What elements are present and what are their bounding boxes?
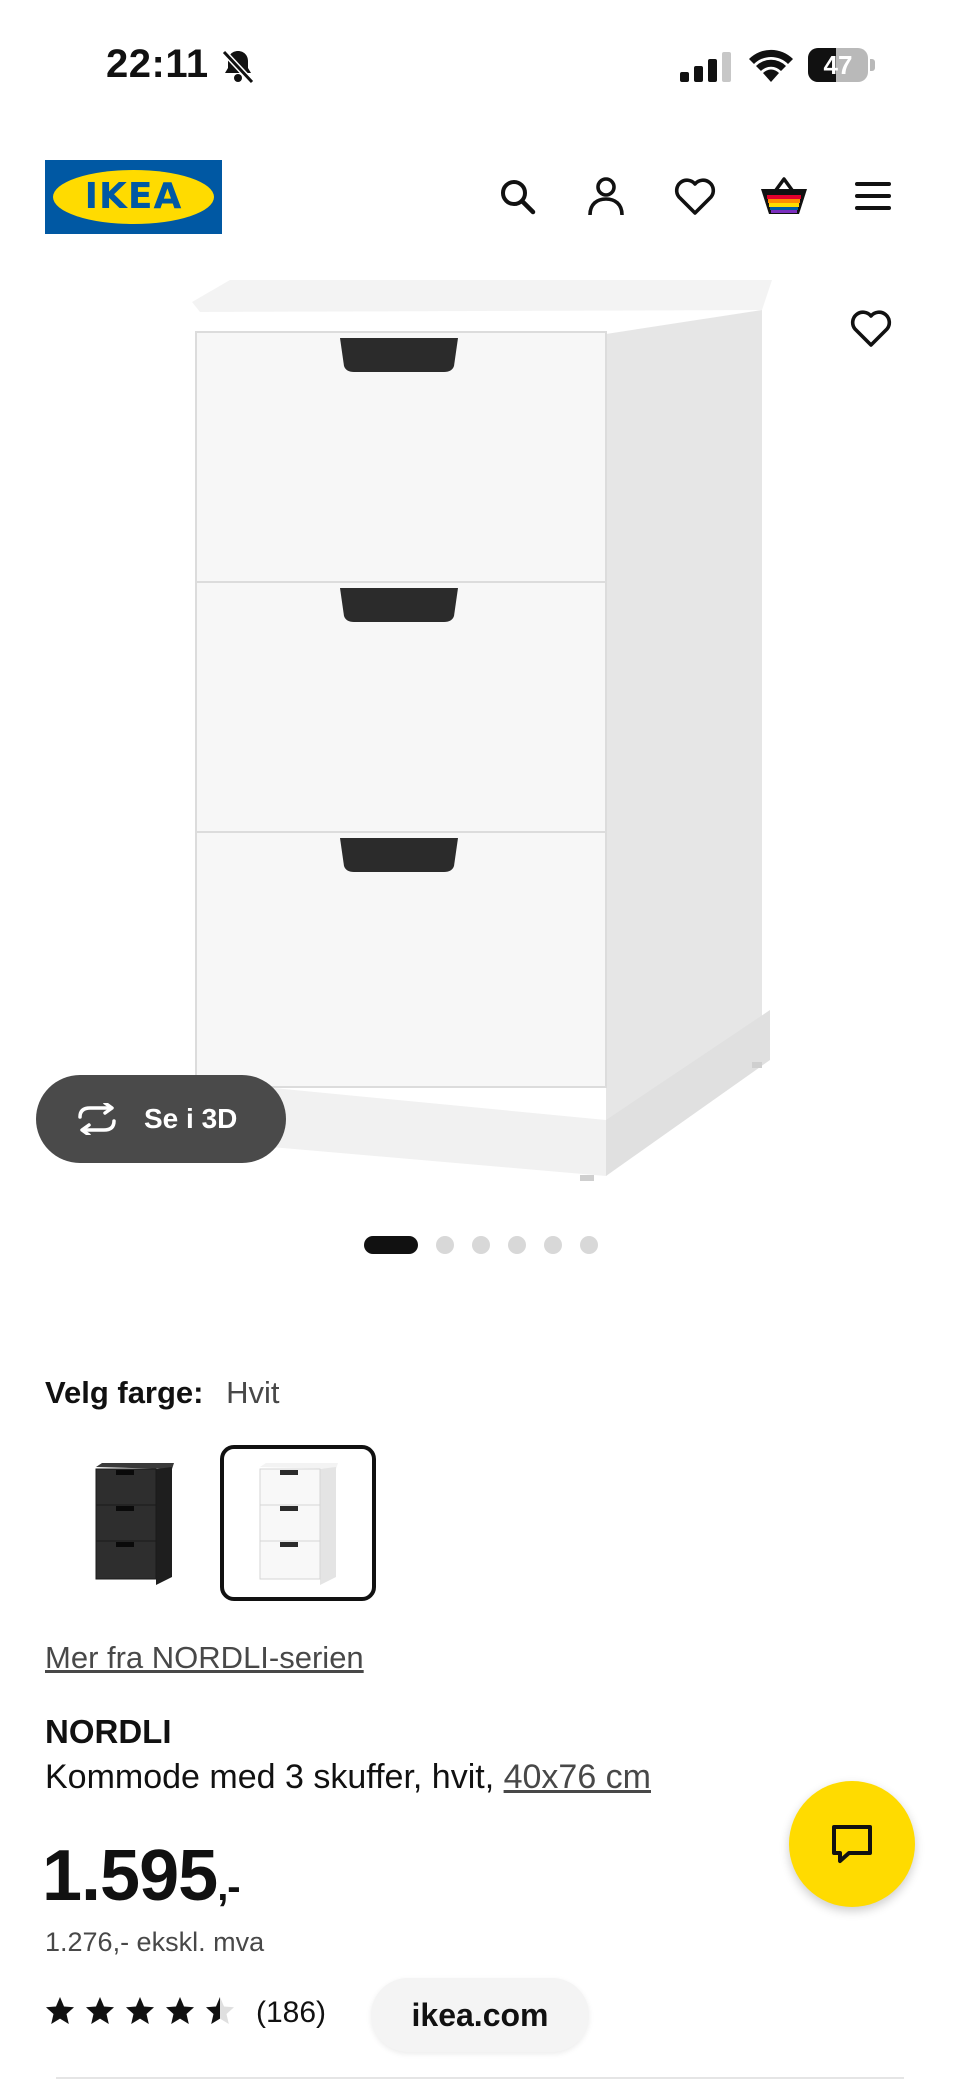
product-description-text: Kommode med 3 skuffer, hvit,	[45, 1758, 504, 1796]
wifi-icon	[749, 49, 793, 82]
star-icon	[46, 1997, 74, 2024]
shopping-bag-icon	[761, 177, 807, 214]
product-size-link[interactable]: 40x76 cm	[504, 1758, 651, 1796]
color-selector-heading: Velg farge: Hvit	[45, 1375, 280, 1411]
carousel-dot[interactable]	[544, 1236, 562, 1254]
color-option-white[interactable]	[220, 1445, 376, 1601]
menu-icon	[855, 182, 891, 210]
account-button[interactable]	[578, 168, 634, 224]
browser-url: ikea.com	[411, 1996, 549, 2033]
star-icon	[206, 1997, 234, 2024]
price-amount: 1.595	[42, 1836, 218, 1916]
carousel-dot[interactable]	[436, 1236, 454, 1254]
cellular-signal-icon	[680, 52, 731, 82]
product-description: Kommode med 3 skuffer, hvit, 40x76 cm	[45, 1758, 651, 1797]
star-icon	[86, 1997, 114, 2024]
color-value: Hvit	[226, 1375, 280, 1410]
search-button[interactable]	[489, 168, 545, 224]
menu-button[interactable]	[845, 168, 901, 224]
star-icon	[126, 1997, 154, 2024]
battery-level: 47	[808, 48, 868, 82]
series-link[interactable]: Mer fra NORDLI-serien	[45, 1640, 364, 1676]
image-carousel-dots[interactable]	[364, 1235, 616, 1255]
view-3d-button[interactable]: Se i 3D	[36, 1075, 286, 1163]
logo-text: IKEA	[84, 176, 183, 217]
chat-button[interactable]	[789, 1781, 915, 1907]
product-price: 1.595,-	[42, 1835, 241, 1917]
review-count[interactable]: (186)	[256, 1996, 326, 2030]
battery-nub	[870, 59, 875, 71]
star-icon	[166, 1997, 194, 2024]
heart-icon	[674, 178, 716, 215]
rotate-3d-icon	[78, 1103, 116, 1135]
account-icon	[588, 177, 624, 216]
favourites-button[interactable]	[667, 168, 723, 224]
color-option-black[interactable]	[56, 1445, 212, 1601]
battery-percent: 47	[823, 50, 853, 80]
search-icon	[501, 180, 536, 215]
browser-url-bar[interactable]: ikea.com	[371, 1978, 589, 2052]
status-bar: 22:11 47	[0, 0, 960, 130]
product-image[interactable]	[180, 270, 780, 1190]
rating-stars[interactable]	[45, 1996, 245, 2026]
white-dresser-thumbnail	[259, 1463, 338, 1585]
price-suffix: ,-	[217, 1865, 240, 1909]
view-3d-label: Se i 3D	[144, 1103, 238, 1134]
product-name: NORDLI	[45, 1713, 172, 1750]
battery-indicator: 47	[808, 48, 875, 82]
color-label: Velg farge:	[45, 1375, 204, 1410]
carousel-dot[interactable]	[472, 1236, 490, 1254]
status-time: 22:11	[106, 42, 209, 86]
shopping-bag-button[interactable]	[756, 168, 812, 224]
carousel-dot[interactable]	[508, 1236, 526, 1254]
ikea-logo[interactable]: IKEA	[45, 160, 222, 234]
carousel-dot[interactable]	[364, 1236, 418, 1254]
product-favourite-button[interactable]	[843, 300, 899, 356]
silent-bell-icon	[221, 49, 255, 85]
heart-icon	[850, 310, 892, 347]
carousel-dot[interactable]	[580, 1236, 598, 1254]
price-excluding-vat: 1.276,- ekskl. mva	[45, 1927, 265, 1957]
chat-icon	[832, 1825, 872, 1863]
divider	[56, 2077, 904, 2079]
black-dresser-thumbnail	[95, 1463, 174, 1585]
